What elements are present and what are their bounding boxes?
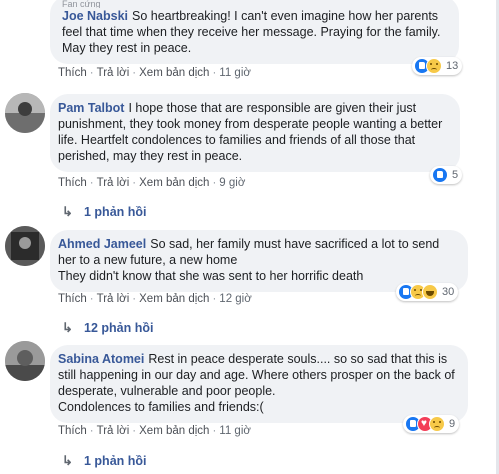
like-link[interactable]: Thích — [58, 293, 87, 305]
comment-actions: Thích · Trả lời · Xem bản dịch · 12 giờ — [58, 293, 252, 305]
separator: · — [212, 425, 217, 437]
comment-time[interactable]: 11 giờ — [219, 425, 251, 437]
reaction-count: 9 — [449, 418, 456, 430]
comment-actions: Thích · Trả lời · Xem bản dịch · 9 giờ — [58, 177, 245, 189]
reply-arrow-icon: ↳ — [62, 204, 73, 219]
like-link[interactable]: Thích — [58, 177, 87, 189]
translate-link[interactable]: Xem bản dịch — [139, 177, 209, 189]
like-link[interactable]: Thích — [58, 67, 87, 79]
separator: · — [132, 425, 137, 437]
reaction-count: 13 — [446, 60, 459, 72]
separator: · — [132, 293, 137, 305]
translate-link[interactable]: Xem bản dịch — [139, 425, 209, 437]
separator: · — [212, 177, 217, 189]
reply-link[interactable]: Trả lời — [97, 425, 130, 437]
comment-author[interactable]: Sabina Atomei — [58, 352, 144, 366]
reply-arrow-icon: ↳ — [62, 453, 73, 468]
comment-author[interactable]: Joe Nabski — [62, 9, 128, 23]
reply-link[interactable]: Trả lời — [97, 67, 130, 79]
like-icon — [432, 167, 448, 183]
comment-bubble: Fan cứng Joe Nabski So heartbreaking! I c… — [50, 0, 459, 64]
avatar[interactable] — [5, 226, 45, 266]
comment-author[interactable]: Pam Talbot — [58, 101, 124, 115]
replies-count: 12 phản hồi — [84, 321, 154, 335]
sad-icon — [426, 58, 442, 74]
comment-actions: Thích · Trả lời · Xem bản dịch · 11 giờ — [58, 425, 251, 437]
separator: · — [212, 67, 217, 79]
like-link[interactable]: Thích — [58, 425, 87, 437]
comment-bubble: Pam Talbot I hope those that are responsi… — [50, 94, 460, 172]
avatar[interactable] — [5, 93, 45, 133]
reply-link[interactable]: Trả lời — [97, 293, 130, 305]
translate-link[interactable]: Xem bản dịch — [139, 293, 209, 305]
reaction-summary[interactable]: 30 — [396, 283, 459, 301]
separator: · — [212, 293, 217, 305]
reaction-count: 5 — [452, 169, 459, 181]
view-replies-link[interactable]: ↳ 1 phản hồi — [62, 204, 147, 220]
comment-time[interactable]: 12 giờ — [219, 293, 251, 305]
comment-time[interactable]: 9 giờ — [219, 177, 245, 189]
avatar[interactable] — [5, 341, 45, 381]
reaction-count: 30 — [442, 286, 455, 298]
separator: · — [89, 293, 94, 305]
replies-count: 1 phản hồi — [84, 205, 147, 219]
sad-icon — [429, 416, 445, 432]
comment-bubble: Sabina Atomei Rest in peace desperate sou… — [50, 345, 468, 423]
reaction-summary[interactable]: 13 — [412, 57, 463, 75]
separator: · — [132, 67, 137, 79]
comment-author[interactable]: Ahmed Jameel — [58, 237, 146, 251]
separator: · — [89, 177, 94, 189]
comment-time[interactable]: 11 giờ — [219, 67, 251, 79]
separator: · — [89, 425, 94, 437]
reaction-summary[interactable]: 9 — [403, 415, 460, 433]
view-replies-link[interactable]: ↳ 1 phản hồi — [62, 453, 147, 469]
replies-count: 1 phản hồi — [84, 454, 147, 468]
separator: · — [89, 67, 94, 79]
haha-icon — [422, 284, 438, 300]
separator: · — [132, 177, 137, 189]
comment-actions: Thích · Trả lời · Xem bản dịch · 11 giờ — [58, 67, 251, 79]
translate-link[interactable]: Xem bản dịch — [139, 67, 209, 79]
fan-badge: Fan cứng — [62, 0, 101, 8]
reaction-summary[interactable]: 5 — [430, 166, 463, 184]
reply-arrow-icon: ↳ — [62, 320, 73, 335]
view-replies-link[interactable]: ↳ 12 phản hồi — [62, 320, 153, 336]
reply-link[interactable]: Trả lời — [97, 177, 130, 189]
